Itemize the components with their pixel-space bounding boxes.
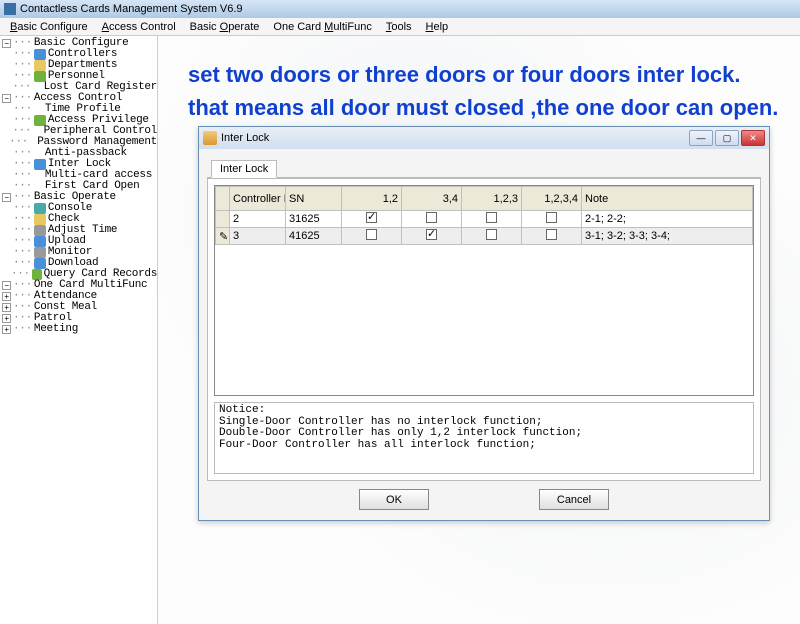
checkbox[interactable] (546, 212, 557, 223)
app-icon (4, 3, 16, 15)
tree-panel: −···Basic Configure ···Controllers ···De… (0, 36, 158, 624)
col-note[interactable]: Note (582, 187, 753, 211)
checkbox[interactable] (426, 212, 437, 223)
tree-meeting[interactable]: +···Meeting (0, 324, 157, 335)
inter-lock-dialog: Inter Lock — ▢ ✕ Inter Lock (198, 126, 770, 521)
notice-box: Notice: Single-Door Controller has no in… (214, 402, 754, 474)
menu-basic-operate[interactable]: Basic Operate (184, 19, 266, 35)
col-123[interactable]: 1,2,3 (462, 187, 522, 211)
cancel-button[interactable]: Cancel (539, 489, 609, 510)
menu-one-card-multifunc[interactable]: One Card MultiFunc (267, 19, 377, 35)
adjust-time-icon (34, 225, 46, 236)
col-1234[interactable]: 1,2,3,4 (522, 187, 582, 211)
col-controller-no[interactable]: Controller No. (230, 187, 286, 211)
menu-tools[interactable]: Tools (380, 19, 418, 35)
check-icon (34, 214, 46, 225)
dialog-title: Inter Lock (221, 132, 269, 144)
col-34[interactable]: 3,4 (402, 187, 462, 211)
monitor-icon (34, 247, 46, 258)
controllers-icon (34, 49, 46, 60)
content-area: set two doors or three doors or four doo… (158, 36, 800, 624)
ok-button[interactable]: OK (359, 489, 429, 510)
close-button[interactable]: ✕ (741, 130, 765, 146)
menubar: Basic Configure Access Control Basic Ope… (0, 18, 800, 36)
dialog-titlebar[interactable]: Inter Lock — ▢ ✕ (199, 127, 769, 149)
upload-icon (34, 236, 46, 247)
departments-icon (34, 60, 46, 71)
menu-access-control[interactable]: Access Control (96, 19, 182, 35)
tab-row: Inter Lock (207, 153, 761, 178)
app-titlebar: Contactless Cards Management System V6.9 (0, 0, 800, 18)
col-sn[interactable]: SN (286, 187, 342, 211)
interlock-grid: Controller No. SN 1,2 3,4 1,2,3 1,2,3,4 … (214, 185, 754, 396)
table-row[interactable]: ✎3416253-1; 3-2; 3-3; 3-4; (216, 228, 753, 245)
annotation-text: set two doors or three doors or four doo… (188, 58, 778, 124)
tab-inter-lock[interactable]: Inter Lock (211, 160, 277, 178)
checkbox[interactable] (366, 229, 377, 240)
checkbox[interactable] (486, 212, 497, 223)
grid-header: Controller No. SN 1,2 3,4 1,2,3 1,2,3,4 … (216, 187, 753, 211)
console-icon (34, 203, 46, 214)
menu-help[interactable]: Help (420, 19, 455, 35)
col-12[interactable]: 1,2 (342, 187, 402, 211)
checkbox[interactable] (546, 229, 557, 240)
table-row[interactable]: 2316252-1; 2-2; (216, 211, 753, 228)
dialog-icon (203, 131, 217, 145)
minimize-button[interactable]: — (689, 130, 713, 146)
menu-basic-configure[interactable]: Basic Configure (4, 19, 94, 35)
app-title: Contactless Cards Management System V6.9 (20, 3, 243, 15)
maximize-button[interactable]: ▢ (715, 130, 739, 146)
checkbox[interactable] (486, 229, 497, 240)
checkbox[interactable] (366, 212, 377, 223)
checkbox[interactable] (426, 229, 437, 240)
